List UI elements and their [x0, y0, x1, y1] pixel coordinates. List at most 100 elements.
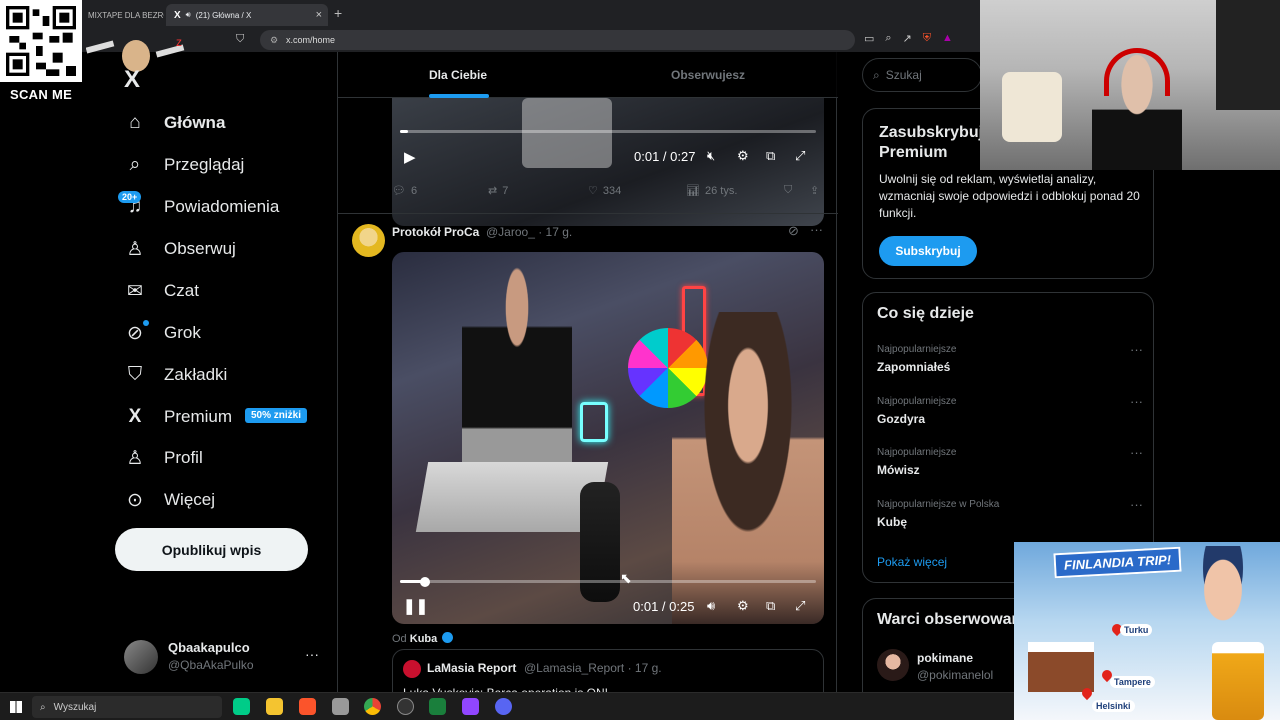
promo-banner: FINLANDIA TRIP! — [1053, 546, 1182, 579]
app-icon[interactable] — [429, 698, 446, 715]
chrome-icon[interactable] — [364, 698, 381, 715]
sidebar-item-bookmarks[interactable]: ⛉ Zakładki — [124, 355, 227, 395]
reply-button[interactable]: 💬︎ 6 — [392, 184, 417, 198]
trend-more-icon[interactable]: ··· — [1130, 497, 1143, 512]
sidebar-item-notifications[interactable]: ♫ Powiadomienia — [124, 187, 279, 227]
x-logo-icon[interactable]: X — [124, 66, 140, 94]
suggested-account-name[interactable]: pokimane — [917, 651, 973, 665]
bookmark-button[interactable]: ⛉ — [784, 184, 792, 197]
address-bar-row: ⛉ ⚙ x.com/home ▭ ⌕ ↗ ⛨ ▲ — [236, 30, 980, 50]
tab-following[interactable]: Obserwujesz — [671, 68, 745, 82]
trend-more-icon[interactable]: ··· — [1130, 394, 1143, 409]
trend-category: Najpopularniejsze w Polska — [877, 499, 1000, 510]
close-tab-icon[interactable]: × — [316, 9, 322, 21]
tab-for-you[interactable]: Dla Ciebie — [429, 68, 487, 82]
brave-icon[interactable] — [299, 698, 316, 715]
post-button[interactable]: Opublikuj wpis — [115, 528, 308, 571]
heart-icon: ♡ — [588, 185, 598, 197]
video-scrubber-knob[interactable] — [419, 576, 430, 587]
timeline: Dla Ciebie Obserwujesz ▶ 0:01 / 0:27 🔇︎ … — [337, 52, 838, 709]
zoom-icon[interactable]: ⌕ — [885, 32, 891, 45]
browser-tab-x-home[interactable]: X 🔊︎ (21) Główna / X × — [166, 4, 328, 26]
brave-shield-icon[interactable]: ⛨ — [923, 32, 931, 45]
like-button[interactable]: ♡ 334 — [588, 184, 621, 198]
account-menu-icon[interactable]: ··· — [305, 646, 319, 662]
views-button[interactable]: 📊︎ 26 tys. — [686, 184, 737, 198]
premium-description: Uwolnij się od reklam, wyświetlaj analiz… — [879, 172, 1140, 220]
url-field[interactable]: ⚙ x.com/home — [260, 30, 855, 50]
premium-discount-badge: 50% zniżki — [245, 408, 308, 423]
profile-name[interactable]: Qbaakapulco — [168, 640, 250, 655]
avatar[interactable] — [877, 649, 909, 681]
trend-more-icon[interactable]: ··· — [1130, 445, 1143, 460]
trend-item[interactable]: Najpopularniejsze w Polska Kubę ··· — [877, 497, 1143, 541]
neon-sign — [580, 402, 608, 442]
discord-icon[interactable] — [495, 698, 512, 715]
sidebar-item-explore[interactable]: ⌕ Przeglądaj — [124, 145, 245, 185]
sidebar-item-chat[interactable]: ✉ Czat — [124, 271, 199, 311]
fullscreen-icon[interactable]: ⤢ — [795, 148, 805, 164]
app-icon[interactable] — [462, 698, 479, 715]
premium-title: Zasubskrybuj Premium — [879, 124, 984, 161]
site-info-icon[interactable]: ⚙ — [270, 35, 278, 46]
microphone — [580, 482, 620, 602]
quoted-author-name: LaMasia Report — [427, 661, 517, 675]
brave-rewards-icon[interactable]: ▲ — [942, 32, 953, 45]
trend-item[interactable]: Najpopularniejsze Gozdyra ··· — [877, 394, 1143, 438]
browser-tab-mixtape[interactable]: MIXTAPE DLA BEZRO — [80, 4, 164, 26]
play-icon[interactable]: ▶ — [404, 148, 416, 166]
mute-icon[interactable]: 🔇︎ — [707, 148, 715, 164]
show-more-link[interactable]: Pokaż więcej — [877, 555, 947, 569]
divider — [338, 213, 838, 214]
pip-icon[interactable]: ⧉ — [766, 598, 775, 614]
cast-icon[interactable]: ▭ — [864, 32, 874, 45]
settings-gear-icon[interactable]: ⚙ — [737, 598, 749, 614]
pip-icon[interactable]: ⧉ — [766, 148, 775, 164]
share-button[interactable]: ⇪ — [810, 184, 819, 197]
video-progress-bar[interactable] — [400, 576, 816, 587]
grok-unread-dot — [143, 320, 149, 326]
profile-handle: @QbaAkaPulko — [168, 658, 254, 672]
bookmark-page-icon[interactable]: ⛉ — [236, 33, 244, 46]
fullscreen-icon[interactable]: ⤢ — [795, 598, 805, 614]
tweet-more-icon[interactable]: ··· — [810, 222, 823, 237]
video-progress-bar[interactable] — [400, 130, 816, 133]
sidebar-item-more[interactable]: ⊙ Więcej — [124, 480, 215, 520]
taskbar-search[interactable]: ⌕ Wyszukaj — [32, 696, 222, 718]
suggested-account-handle: @pokimanelol — [917, 668, 994, 682]
sidebar-item-home[interactable]: ⌂ Główna — [124, 103, 225, 143]
tab-title: (21) Główna / X — [195, 10, 252, 20]
avatar[interactable] — [124, 640, 158, 674]
sidebar-item-premium[interactable]: X Premium — [124, 397, 232, 437]
tweet-video-player[interactable]: ❚❚ 0:01 / 0:25 🔊︎ ⚙ ⧉ ⤢ ⬉ — [392, 252, 824, 624]
quoted-author-handle: @Lamasia_Report · 17 g. — [524, 661, 662, 675]
sidebar-item-grok[interactable]: ⊘ Grok — [124, 313, 201, 353]
trend-name: Gozdyra — [877, 412, 926, 426]
obs-icon[interactable] — [397, 698, 414, 715]
repost-button[interactable]: ⇄ 7 — [488, 184, 508, 198]
trend-item[interactable]: Najpopularniejsze Mówisz ··· — [877, 445, 1143, 489]
grok-explain-icon[interactable]: ⊘ — [788, 223, 799, 239]
trend-name: Mówisz — [877, 463, 920, 477]
search-input[interactable]: ⌕ Szukaj — [862, 58, 982, 92]
file-explorer-icon[interactable] — [266, 698, 283, 715]
trend-more-icon[interactable]: ··· — [1130, 342, 1143, 357]
edge-icon[interactable] — [233, 698, 250, 715]
new-tab-button[interactable]: + — [334, 5, 342, 21]
settings-gear-icon[interactable]: ⚙ — [737, 148, 749, 164]
tweet-author-name[interactable]: Protokół ProCa — [392, 225, 479, 239]
windows-start-icon[interactable] — [10, 701, 22, 713]
share-icon[interactable]: ↗ — [903, 32, 912, 45]
trend-item[interactable]: Najpopularniejsze Zapomniałeś ··· — [877, 342, 1143, 386]
from-author[interactable]: Kuba — [410, 633, 438, 645]
sidebar-item-profile[interactable]: ♙ Profil — [124, 438, 202, 478]
app-icon[interactable] — [332, 698, 349, 715]
subscribe-button[interactable]: Subskrybuj — [879, 236, 977, 266]
avatar — [403, 660, 421, 678]
pause-icon[interactable]: ❚❚ — [403, 597, 428, 615]
avatar[interactable] — [352, 224, 385, 257]
tweet-video-player[interactable]: ▶ 0:01 / 0:27 🔇︎ ⚙ ⧉ ⤢ — [392, 98, 824, 226]
sidebar-item-label: Zakładki — [164, 365, 228, 384]
volume-icon[interactable]: 🔊︎ — [707, 598, 715, 614]
sidebar-item-follow[interactable]: ♙ Obserwuj — [124, 229, 235, 269]
